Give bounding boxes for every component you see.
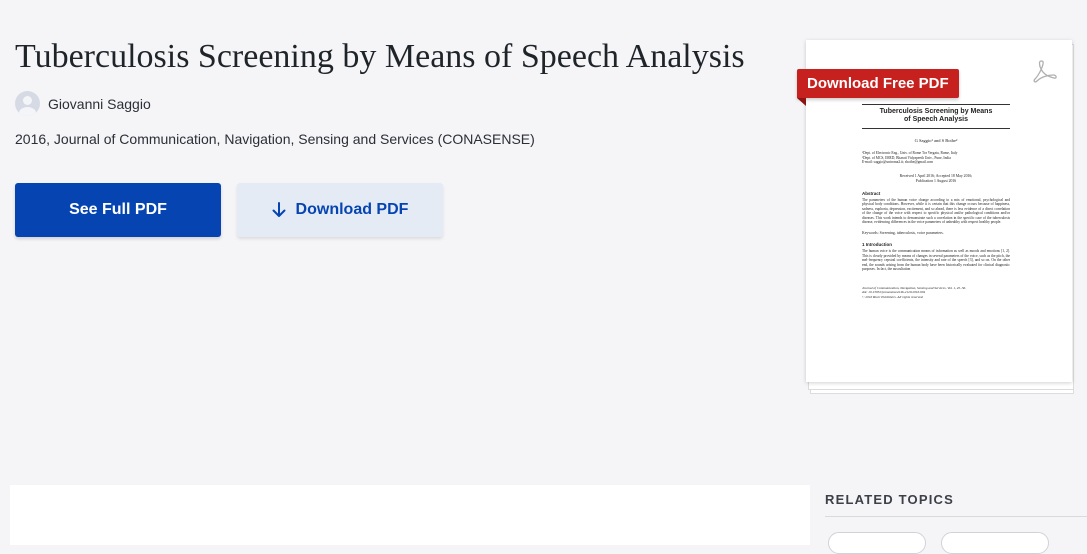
author-row[interactable]: Giovanni Saggio [15,91,151,116]
preview-abstract-text: The parameters of the human voice change… [862,197,1010,225]
related-topics-divider [825,516,1087,517]
download-pdf-label: Download PDF [295,201,409,218]
preview-title: Tuberculosis Screening by Means of Speec… [879,108,993,123]
author-name[interactable]: Giovanni Saggio [48,96,151,112]
preview-intro-heading: 1 Introduction [862,242,892,248]
download-arrow-icon [272,202,286,218]
paper-title: Tuberculosis Screening by Means of Speec… [15,38,745,75]
preview-affiliations: ¹Dept. of Electronic Eng., Univ. of Rome… [862,151,958,164]
related-topic-chip[interactable] [941,532,1049,554]
preview-authors: G Saggio¹ and S Bothe² [914,138,958,143]
see-full-pdf-label: See Full PDF [69,201,167,218]
publication-venue: 2016, Journal of Communication, Navigati… [15,131,535,147]
content-card [10,485,810,545]
related-topic-chip[interactable] [828,532,926,554]
download-free-pdf-label: Download Free PDF [807,75,949,92]
pdf-preview-document: Tuberculosis Screening by Means of Speec… [862,104,1010,299]
download-free-pdf-button[interactable]: Download Free PDF [797,69,959,98]
download-pdf-button[interactable]: Download PDF [237,183,443,237]
ribbon-fold [797,98,806,106]
preview-keywords: Keywords: Screening, tuberculosis, voice… [862,231,944,236]
pdf-file-icon [1032,58,1058,89]
preview-received: Received 1 April 2016; Accepted 18 May 2… [899,173,973,183]
preview-intro-text: The human voice is the communication mea… [862,249,1010,272]
user-avatar-icon[interactable] [15,91,40,116]
see-full-pdf-button[interactable]: See Full PDF [15,183,221,237]
related-topics-heading: RELATED TOPICS [825,492,954,507]
preview-abstract-heading: Abstract [862,190,881,196]
preview-footer: Journal of Communication, Navigation, Se… [862,286,967,299]
